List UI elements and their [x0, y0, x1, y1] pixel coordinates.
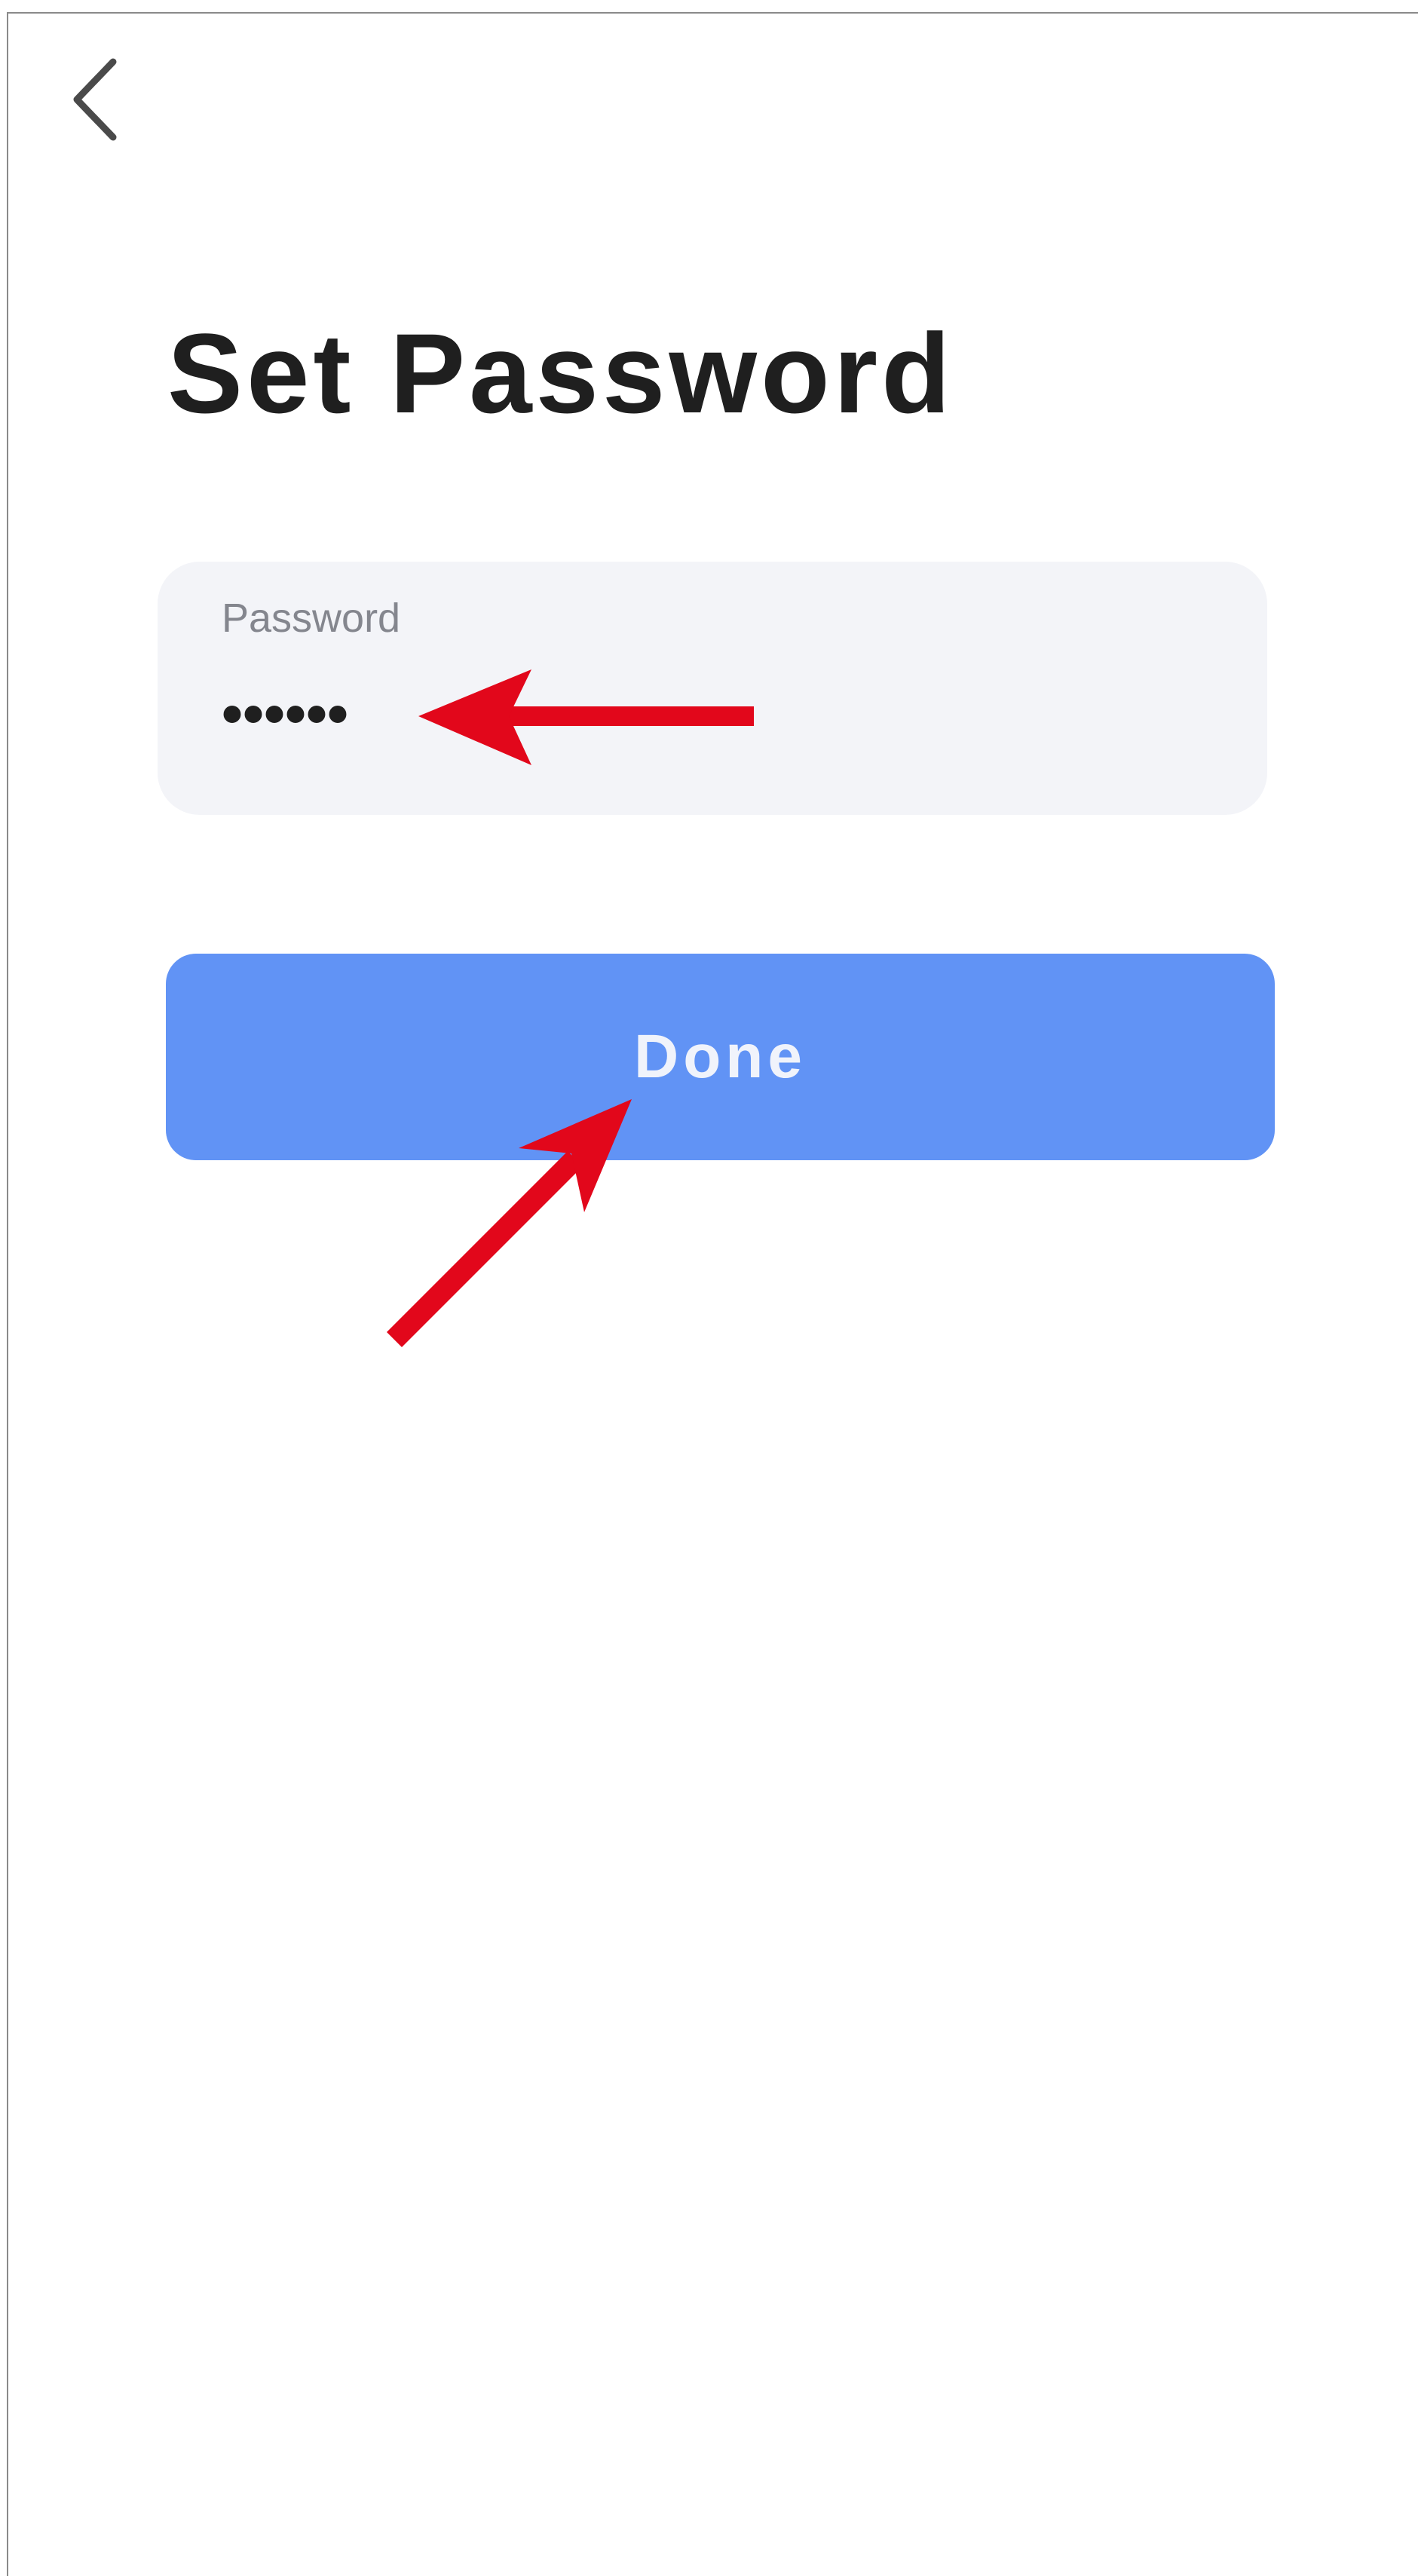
password-field-value: •••••• [222, 680, 349, 747]
chevron-left-icon [73, 58, 117, 141]
done-button[interactable]: Done [166, 954, 1275, 1160]
page-title: Set Password [167, 310, 954, 436]
back-button[interactable] [60, 53, 128, 143]
password-field[interactable]: Password •••••• [158, 562, 1267, 815]
password-field-label: Password [222, 596, 401, 641]
